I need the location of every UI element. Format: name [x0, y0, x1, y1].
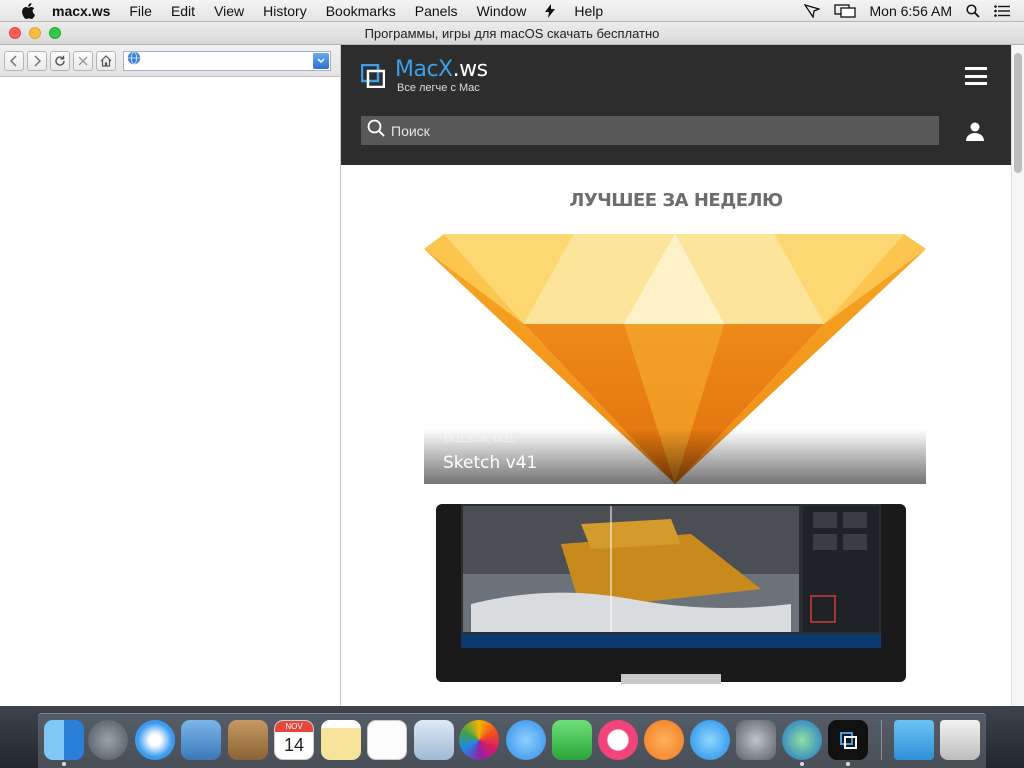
stop-button[interactable] — [73, 50, 93, 71]
menu-help[interactable]: Help — [574, 0, 603, 22]
folder-icon[interactable] — [894, 720, 934, 760]
preview-icon[interactable] — [414, 720, 454, 760]
chevron-right-icon — [34, 54, 42, 67]
close-icon — [78, 56, 88, 65]
menu-bar: macx.ws File Edit View History Bookmarks… — [0, 0, 1024, 22]
home-icon — [100, 54, 112, 67]
messages-icon[interactable] — [506, 720, 546, 760]
side-panel — [0, 45, 341, 706]
forward-button[interactable] — [27, 50, 47, 71]
menu-edit[interactable]: Edit — [171, 0, 195, 22]
reminders-icon[interactable] — [367, 720, 407, 760]
launchpad-icon[interactable] — [88, 720, 128, 760]
app-store-icon[interactable] — [690, 720, 730, 760]
calendar-day: 14 — [283, 735, 305, 755]
macx-running-indicator — [846, 762, 850, 766]
search-input[interactable] — [391, 122, 911, 139]
chevron-left-icon — [9, 54, 17, 67]
title-bar[interactable]: Программы, игры для macOS скачать беспла… — [0, 22, 1024, 45]
section-title: ЛУЧШЕЕ ЗА НЕДЕЛЮ — [569, 190, 783, 211]
featured-card-sketch[interactable]: 13.11.2016, 18:11 Sketch v41 — [424, 234, 926, 484]
url-dropdown-button[interactable] — [313, 52, 329, 69]
menu-file[interactable]: File — [129, 0, 152, 22]
menu-view[interactable]: View — [214, 0, 244, 22]
navigation-toolbar — [0, 45, 340, 77]
site-search-bar[interactable] — [361, 116, 939, 145]
mail-icon[interactable] — [181, 720, 221, 760]
browser-window: Программы, игры для macOS скачать беспла… — [0, 22, 1024, 706]
logo-title: MacX — [395, 57, 453, 82]
minimize-window-button[interactable] — [29, 27, 41, 39]
ibooks-icon[interactable] — [644, 720, 684, 760]
calendar-icon[interactable]: NOV 14 — [274, 720, 314, 760]
featured-card-video-editor[interactable] — [431, 504, 921, 706]
macx-logo-icon — [360, 63, 386, 89]
photos-icon[interactable] — [459, 720, 499, 760]
window-title: Программы, игры для macOS скачать беспла… — [364, 26, 660, 41]
network-running-indicator — [800, 762, 804, 766]
home-button[interactable] — [96, 50, 116, 71]
safari-icon[interactable] — [135, 720, 175, 760]
site-logo[interactable]: MacX.ws Все легче с Mac — [360, 57, 488, 94]
reload-icon — [55, 55, 65, 66]
apple-icon[interactable] — [20, 2, 36, 19]
itunes-icon[interactable] — [598, 720, 638, 760]
clock[interactable]: Mon 6:56 AM — [870, 3, 953, 19]
menu-history[interactable]: History — [263, 0, 307, 22]
card-title[interactable]: Sketch v41 — [443, 453, 537, 473]
search-icon — [367, 119, 385, 142]
globe-icon — [127, 51, 141, 70]
contacts-icon[interactable] — [228, 720, 268, 760]
facetime-icon[interactable] — [552, 720, 592, 760]
notes-icon[interactable] — [321, 720, 361, 760]
menu-bookmarks[interactable]: Bookmarks — [326, 0, 396, 22]
address-bar[interactable] — [123, 50, 331, 71]
system-preferences-icon[interactable] — [736, 720, 776, 760]
web-content: MacX.ws Все легче с Mac ЛУЧШЕЕ ЗА НЕДЕЛЮ — [341, 45, 1011, 706]
location-arrow-icon[interactable] — [803, 4, 820, 18]
logo-subtitle: Все легче с Mac — [397, 82, 480, 94]
site-header: MacX.ws Все легче с Mac — [341, 45, 1011, 165]
lightning-icon[interactable] — [545, 3, 556, 18]
scrollbar-thumb[interactable] — [1014, 53, 1022, 173]
monitor-screenshot-image — [431, 504, 921, 706]
dock-separator — [881, 720, 882, 760]
hamburger-menu-icon[interactable] — [965, 67, 987, 85]
back-button[interactable] — [4, 50, 24, 71]
chevron-down-icon — [317, 57, 325, 63]
finder-icon[interactable] — [44, 720, 84, 760]
dock: NOV 14 — [38, 713, 986, 768]
spotlight-icon[interactable] — [966, 4, 980, 18]
network-icon[interactable] — [782, 720, 822, 760]
menu-panels[interactable]: Panels — [415, 0, 458, 22]
user-icon[interactable] — [965, 121, 985, 141]
app-menu[interactable]: macx.ws — [52, 0, 110, 22]
macx-icon[interactable] — [828, 720, 868, 760]
url-input[interactable] — [141, 52, 330, 69]
notification-center-icon[interactable] — [994, 5, 1010, 17]
card-date: 13.11.2016, 18:11 — [443, 434, 515, 444]
vertical-scrollbar[interactable] — [1011, 45, 1024, 706]
zoom-window-button[interactable] — [49, 27, 61, 39]
reload-button[interactable] — [50, 50, 70, 71]
finder-running-indicator — [62, 762, 66, 766]
trash-icon[interactable] — [940, 720, 980, 760]
close-window-button[interactable] — [9, 27, 21, 39]
logo-title-suffix: .ws — [452, 57, 488, 82]
menu-window[interactable]: Window — [477, 0, 527, 22]
display-mirror-icon[interactable] — [833, 4, 856, 18]
calendar-month: NOV — [275, 721, 313, 732]
